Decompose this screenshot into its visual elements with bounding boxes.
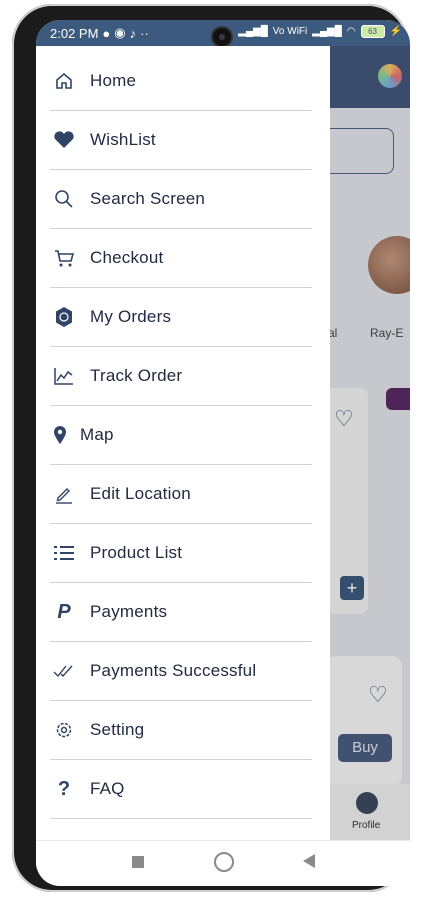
back-button[interactable] — [302, 853, 316, 874]
question-icon: ? — [57, 777, 71, 800]
double-check-icon — [50, 657, 78, 685]
list-icon — [50, 539, 78, 567]
drawer-scrim[interactable] — [330, 46, 410, 840]
more-icon: ·· — [140, 25, 149, 41]
menu-item-label: Home — [90, 71, 137, 90]
menu-item-checkout[interactable]: Checkout — [50, 229, 312, 288]
pencil-icon — [50, 480, 78, 508]
menu-item-track-order[interactable]: Track Order — [50, 347, 312, 406]
menu-item-map[interactable]: Map — [50, 406, 312, 465]
menu-item-label: Setting — [90, 720, 145, 739]
status-bar: 2:02 PM ● ◉ ♪ ·· ▂▄▆█ Vo WiFi ▂▄▆█ ◠ 63 … — [36, 20, 410, 46]
menu-item-label: Map — [80, 425, 114, 444]
chart-icon — [50, 362, 78, 390]
screen: 2:02 PM ● ◉ ♪ ·· ▂▄▆█ Vo WiFi ▂▄▆█ ◠ 63 … — [36, 20, 410, 886]
home-button[interactable] — [214, 852, 234, 872]
status-left: 2:02 PM ● ◉ ♪ ·· — [50, 25, 149, 41]
menu-item-payments-successful[interactable]: Payments Successful — [50, 642, 312, 701]
battery-icon: 63 — [360, 25, 385, 38]
paypal-icon: P — [57, 600, 71, 623]
menu-item-label: Product List — [90, 543, 183, 562]
menu-item-setting[interactable]: Setting — [50, 701, 312, 760]
menu-item-payments[interactable]: P Payments — [50, 583, 312, 642]
gear-icon — [50, 716, 78, 744]
menu-item-label: My Orders — [90, 307, 172, 326]
recent-apps-button[interactable] — [132, 856, 144, 868]
menu-item-home[interactable]: Home — [50, 52, 312, 111]
menu-item-label: Search Screen — [90, 189, 206, 208]
menu-item-label: Edit Location — [90, 484, 191, 503]
menu-item-product-list[interactable]: Product List — [50, 524, 312, 583]
tiktok-icon: ♪ — [129, 25, 137, 41]
front-camera — [213, 28, 231, 46]
menu-item-edit-location[interactable]: Edit Location — [50, 465, 312, 524]
menu-item-my-orders[interactable]: My Orders — [50, 288, 312, 347]
status-right: ▂▄▆█ Vo WiFi ▂▄▆█ ◠ 63 ⚡ — [238, 25, 402, 38]
menu-item-faq[interactable]: ? FAQ — [50, 760, 312, 819]
wifi-icon: ◠ — [346, 26, 356, 37]
menu-item-label: Track Order — [90, 366, 183, 385]
charging-icon: ⚡ — [389, 26, 402, 37]
orders-icon — [50, 303, 78, 331]
menu-item-search-screen[interactable]: Search Screen — [50, 170, 312, 229]
whatsapp-icon: ◉ — [114, 25, 126, 40]
menu-item-label: Payments Successful — [90, 661, 257, 680]
menu-item-label: Checkout — [90, 248, 164, 267]
cart-icon — [50, 244, 78, 272]
network-label: Vo WiFi — [272, 26, 308, 37]
menu-item-label: FAQ — [90, 779, 125, 798]
menu-item-label: WishList — [90, 130, 156, 149]
heart-icon — [50, 126, 78, 154]
home-icon — [50, 67, 78, 95]
menu-item-wishlist[interactable]: WishList — [50, 111, 312, 170]
status-time: 2:02 PM — [50, 25, 99, 41]
map-pin-icon — [50, 421, 70, 449]
search-icon — [50, 185, 78, 213]
notification-icon: ● — [102, 25, 111, 41]
signal-icon-2: ▂▄▆█ — [312, 26, 342, 37]
menu-item-label: Payments — [90, 602, 168, 621]
navigation-drawer: Home WishList Search Screen Checkout My … — [36, 46, 330, 840]
system-navigation-bar — [36, 840, 410, 886]
signal-icon: ▂▄▆█ — [238, 26, 268, 37]
phone-frame: 2:02 PM ● ◉ ♪ ·· ▂▄▆█ Vo WiFi ▂▄▆█ ◠ 63 … — [12, 4, 410, 892]
